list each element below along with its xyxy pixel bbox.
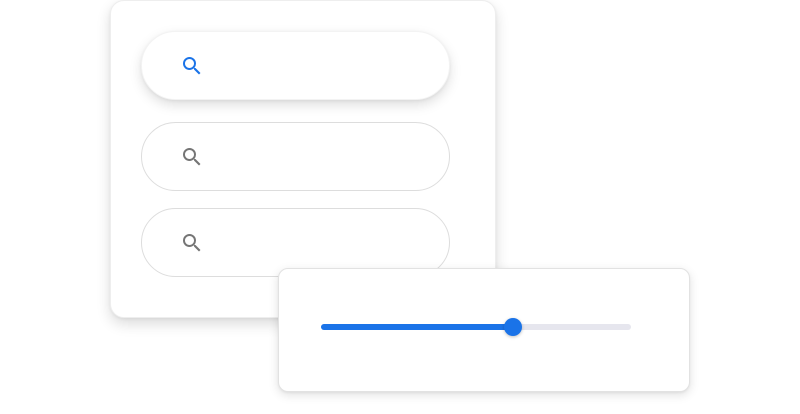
search-bar-outlined[interactable]	[141, 122, 450, 191]
slider-card	[278, 268, 690, 392]
slider-active-track	[321, 324, 514, 330]
slider-thumb[interactable]	[504, 318, 523, 336]
search-icon	[180, 145, 204, 169]
illustration-stage	[0, 0, 800, 414]
search-icon	[180, 231, 204, 255]
search-bar-outlined[interactable]	[141, 208, 450, 277]
search-bar-elevated[interactable]	[141, 31, 450, 100]
search-icon	[180, 54, 204, 78]
slider-track[interactable]	[321, 318, 631, 336]
